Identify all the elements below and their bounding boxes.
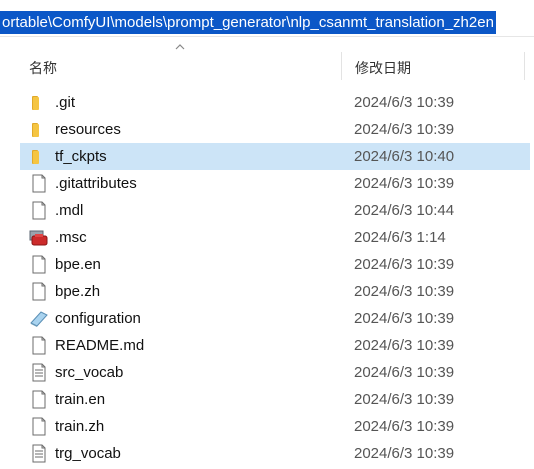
file-icon bbox=[29, 174, 49, 193]
file-icon bbox=[29, 201, 49, 220]
file-name: src_vocab bbox=[55, 364, 124, 381]
file-row[interactable]: .git 2024/6/3 10:39 bbox=[20, 89, 530, 116]
file-date-modified: 2024/6/3 1:14 bbox=[354, 229, 446, 246]
file-date-modified: 2024/6/3 10:39 bbox=[354, 310, 455, 327]
file-row[interactable]: tf_ckpts 2024/6/3 10:40 bbox=[20, 143, 530, 170]
file-name: README.md bbox=[55, 337, 145, 354]
file-date-modified: 2024/6/3 10:39 bbox=[354, 256, 455, 273]
file-date-modified: 2024/6/3 10:39 bbox=[354, 121, 455, 138]
file-date-modified: 2024/6/3 10:39 bbox=[354, 337, 455, 354]
column-divider[interactable] bbox=[341, 52, 342, 80]
msc-icon bbox=[29, 228, 49, 247]
column-header-date-modified[interactable]: 修改日期 bbox=[355, 58, 411, 78]
file-row[interactable]: configuration 2024/6/3 10:39 bbox=[20, 305, 530, 332]
file-row[interactable]: bpe.en 2024/6/3 10:39 bbox=[20, 251, 530, 278]
file-row[interactable]: train.zh 2024/6/3 10:39 bbox=[20, 413, 530, 440]
file-name: .mdl bbox=[55, 202, 84, 219]
text-file-icon bbox=[29, 444, 49, 463]
file-name: train.zh bbox=[55, 418, 105, 435]
address-bar[interactable]: ortable\ComfyUI\models\prompt_generator\… bbox=[0, 0, 534, 37]
file-date-modified: 2024/6/3 10:40 bbox=[354, 148, 455, 165]
file-icon bbox=[29, 336, 49, 355]
file-row[interactable]: README.md 2024/6/3 10:39 bbox=[20, 332, 530, 359]
file-row[interactable]: train.en 2024/6/3 10:39 bbox=[20, 386, 530, 413]
sort-ascending-chevron-icon bbox=[175, 44, 185, 50]
address-path-text[interactable]: ortable\ComfyUI\models\prompt_generator\… bbox=[0, 11, 496, 34]
file-date-modified: 2024/6/3 10:39 bbox=[354, 94, 455, 111]
folder-icon bbox=[29, 120, 49, 139]
file-date-modified: 2024/6/3 10:39 bbox=[354, 391, 455, 408]
file-row[interactable]: trg_vocab 2024/6/3 10:39 bbox=[20, 440, 530, 467]
file-icon bbox=[29, 390, 49, 409]
column-header-row: 名称 修改日期 bbox=[0, 52, 534, 80]
file-name: .git bbox=[55, 94, 76, 111]
text-file-icon bbox=[29, 363, 49, 382]
file-name: tf_ckpts bbox=[55, 148, 107, 165]
folder-icon bbox=[29, 147, 49, 166]
file-date-modified: 2024/6/3 10:44 bbox=[354, 202, 455, 219]
file-row[interactable]: resources 2024/6/3 10:39 bbox=[20, 116, 530, 143]
file-row[interactable]: bpe.zh 2024/6/3 10:39 bbox=[20, 278, 530, 305]
file-date-modified: 2024/6/3 10:39 bbox=[354, 175, 455, 192]
column-header-name[interactable]: 名称 bbox=[29, 58, 57, 78]
file-icon bbox=[29, 417, 49, 436]
file-name: resources bbox=[55, 121, 121, 138]
folder-icon bbox=[29, 93, 49, 112]
config-icon bbox=[29, 309, 49, 328]
file-date-modified: 2024/6/3 10:39 bbox=[354, 445, 455, 462]
file-date-modified: 2024/6/3 10:39 bbox=[354, 283, 455, 300]
file-name: .gitattributes bbox=[55, 175, 137, 192]
file-row[interactable]: src_vocab 2024/6/3 10:39 bbox=[20, 359, 530, 386]
file-row[interactable]: .gitattributes 2024/6/3 10:39 bbox=[20, 170, 530, 197]
file-date-modified: 2024/6/3 10:39 bbox=[354, 418, 455, 435]
file-date-modified: 2024/6/3 10:39 bbox=[354, 364, 455, 381]
file-name: trg_vocab bbox=[55, 445, 121, 462]
file-name: bpe.zh bbox=[55, 283, 101, 300]
file-icon bbox=[29, 282, 49, 301]
file-name: configuration bbox=[55, 310, 141, 327]
file-row[interactable]: .mdl 2024/6/3 10:44 bbox=[20, 197, 530, 224]
file-name: bpe.en bbox=[55, 256, 101, 273]
file-name: train.en bbox=[55, 391, 106, 408]
file-row[interactable]: .msc 2024/6/3 1:14 bbox=[20, 224, 530, 251]
file-name: .msc bbox=[55, 229, 87, 246]
file-icon bbox=[29, 255, 49, 274]
column-divider[interactable] bbox=[524, 52, 525, 80]
